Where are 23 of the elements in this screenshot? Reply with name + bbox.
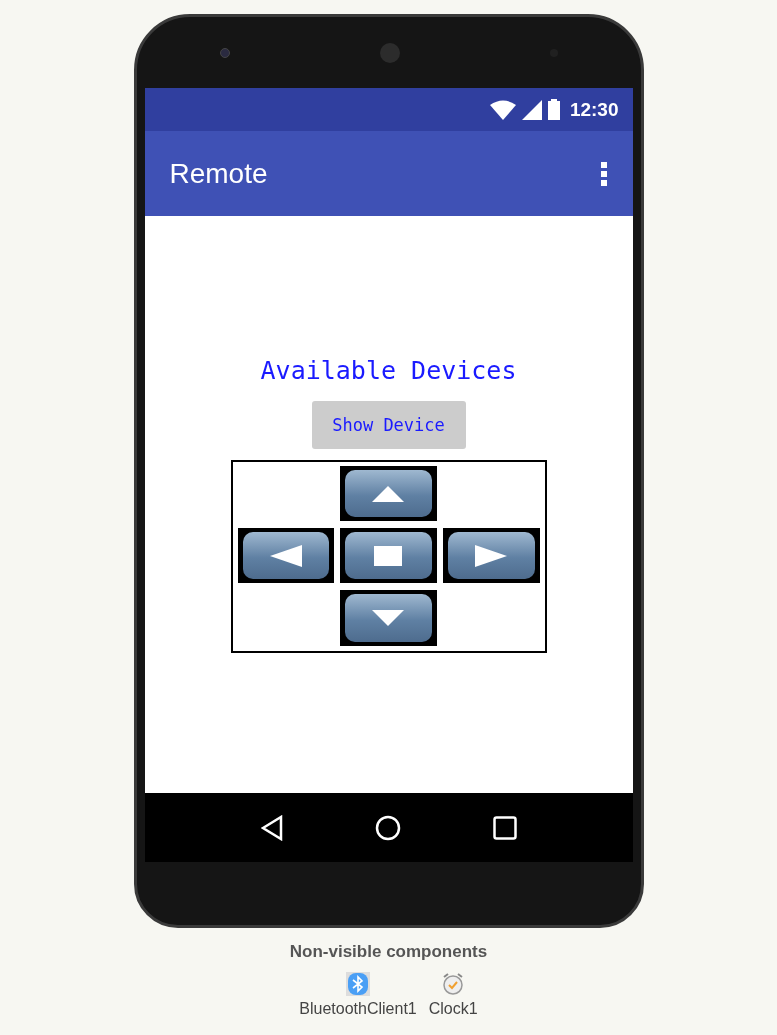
devices-heading: Available Devices	[260, 356, 517, 385]
non-visible-title: Non-visible components	[289, 942, 488, 962]
camera-icon	[219, 47, 230, 58]
battery-icon	[547, 99, 560, 120]
down-button[interactable]	[339, 590, 437, 646]
speaker-icon	[379, 42, 400, 63]
home-icon[interactable]	[374, 814, 401, 841]
more-menu-icon[interactable]	[600, 161, 607, 186]
alarm-clock-icon	[441, 972, 466, 996]
up-button[interactable]	[339, 466, 437, 521]
signal-icon	[521, 99, 542, 120]
left-button[interactable]	[237, 528, 334, 583]
component-label: BluetoothClient1	[299, 1000, 417, 1018]
status-time: 12:30	[569, 98, 619, 121]
wifi-icon	[489, 99, 516, 120]
app-title: Remote	[169, 157, 268, 190]
right-button[interactable]	[442, 528, 540, 583]
bluetooth-icon	[346, 972, 371, 996]
back-icon[interactable]	[260, 814, 283, 841]
show-device-button[interactable]: Show Device	[311, 401, 466, 449]
stop-button[interactable]	[339, 528, 437, 583]
component-label: Clock1	[428, 1000, 478, 1018]
recents-icon[interactable]	[492, 815, 517, 840]
